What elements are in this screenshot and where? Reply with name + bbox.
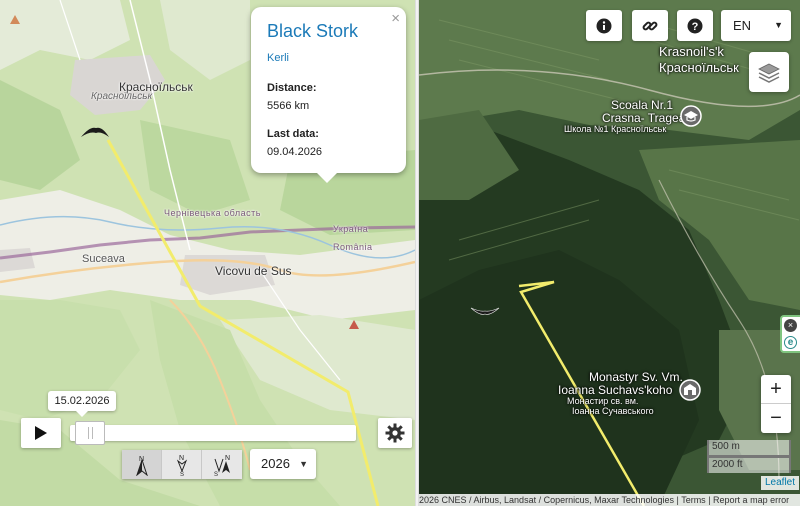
sat-label-monastery-3: Монастир св. вм.: [567, 396, 639, 406]
left-map-panel[interactable]: Красноїльськ Красноїльськ Чернівецька об…: [0, 0, 415, 506]
sat-label-monastery-2: Ioanna Suchavs'koho: [558, 383, 673, 397]
south-arrow-icon: N S: [176, 455, 187, 477]
popup-name-link[interactable]: Kerli: [267, 52, 390, 64]
lastdata-value: 09.04.2026: [267, 146, 323, 158]
attribution-text: 2026 CNES / Airbus, Landsat / Copernicus…: [419, 495, 674, 505]
sat-label-school-3: Школа №1 Красноїльськ: [564, 124, 667, 134]
link-button[interactable]: [632, 10, 668, 41]
bird-marker-icon[interactable]: [80, 124, 110, 140]
sat-label-monastery-1: Monastyr Sv. Vm.: [589, 370, 683, 384]
terms-link[interactable]: Terms: [681, 495, 706, 505]
direction-both-button[interactable]: N S: [202, 450, 242, 479]
play-button[interactable]: [21, 418, 61, 448]
label-oblast: Чернівецька область: [164, 208, 261, 218]
sat-label-monastery-4: Іоанна Сучавського: [572, 406, 654, 416]
side-tab[interactable]: × e: [780, 315, 800, 353]
leaflet-link[interactable]: Leaflet: [761, 476, 799, 490]
play-icon: [35, 426, 47, 440]
south-mark: S: [180, 472, 184, 477]
chevron-down-icon: ▼: [299, 459, 308, 469]
popup-title[interactable]: Black Stork: [267, 21, 390, 42]
layers-button[interactable]: [749, 52, 789, 92]
sat-label-krasnoilsk-cyr: Красноїльськ: [659, 60, 739, 75]
info-button[interactable]: [586, 10, 622, 41]
year-select[interactable]: 2026 ▼: [250, 449, 316, 479]
help-icon: ?: [687, 18, 703, 33]
timeline-date-tooltip: 15.02.2026: [48, 391, 116, 417]
report-error-link[interactable]: Report a map error: [713, 495, 789, 505]
scale-metric: 500 m: [707, 440, 791, 457]
link-icon: [642, 21, 658, 30]
direction-filter-group: N N S N S: [122, 450, 242, 479]
timeline-slider[interactable]: [70, 425, 356, 441]
distance-label: Distance:: [267, 82, 317, 94]
school-pin-icon[interactable]: [679, 104, 703, 128]
zoom-out-button[interactable]: −: [761, 404, 791, 433]
south-mark-2: S: [214, 472, 218, 477]
language-value: EN: [733, 18, 752, 33]
label-vicovu: Vicovu de Sus: [215, 264, 292, 278]
year-select-value: 2026: [261, 456, 290, 471]
language-select[interactable]: EN ▼: [721, 10, 791, 41]
gear-icon: [385, 423, 405, 443]
timeline-slider-handle[interactable]: [75, 421, 106, 445]
side-tab-e-icon[interactable]: e: [784, 336, 797, 349]
settings-button[interactable]: [378, 418, 412, 448]
zoom-control: + −: [761, 375, 791, 433]
zoom-in-button[interactable]: +: [761, 375, 791, 404]
animal-popup: × Black Stork Kerli Distance: 5566 km La…: [251, 7, 406, 183]
monastery-pin-icon[interactable]: [678, 378, 702, 402]
label-romania: România: [333, 242, 373, 252]
north-south-arrow-icon: N S: [214, 455, 230, 477]
distance-value: 5566 km: [267, 100, 310, 112]
popup-close-button[interactable]: ×: [391, 10, 400, 27]
scale-imperial: 2000 ft: [707, 456, 791, 473]
sat-label-school-1: Scoala Nr.1: [611, 98, 674, 112]
right-map-panel[interactable]: Krasnoil's'k Красноїльськ Scoala Nr.1 Cr…: [419, 0, 800, 506]
attribution-bar: 2026 CNES / Airbus, Landsat / Copernicus…: [419, 494, 800, 506]
chevron-down-icon: ▼: [774, 20, 783, 30]
bird-marker-satellite-icon[interactable]: [470, 304, 500, 318]
direction-south-button[interactable]: N S: [162, 450, 202, 479]
sat-label-krasnoilsk-latin: Krasnoil's'k: [659, 44, 724, 59]
help-button[interactable]: ?: [677, 10, 713, 41]
label-krasnoilsk-sub: Красноїльськ: [91, 91, 153, 102]
label-suceava: Suceava: [82, 253, 125, 265]
info-icon: [596, 18, 612, 33]
lastdata-label: Last data:: [267, 128, 319, 140]
label-ukraina: Україна: [333, 224, 369, 234]
north-arrow-icon: N: [135, 456, 148, 476]
side-tab-close-icon[interactable]: ×: [784, 319, 797, 332]
layers-icon: [758, 63, 780, 83]
svg-text:?: ?: [692, 21, 699, 33]
satellite-tiles[interactable]: [419, 0, 800, 506]
direction-north-button[interactable]: N: [122, 450, 162, 479]
svg-text:N: N: [225, 455, 230, 462]
svg-text:N: N: [179, 455, 184, 462]
